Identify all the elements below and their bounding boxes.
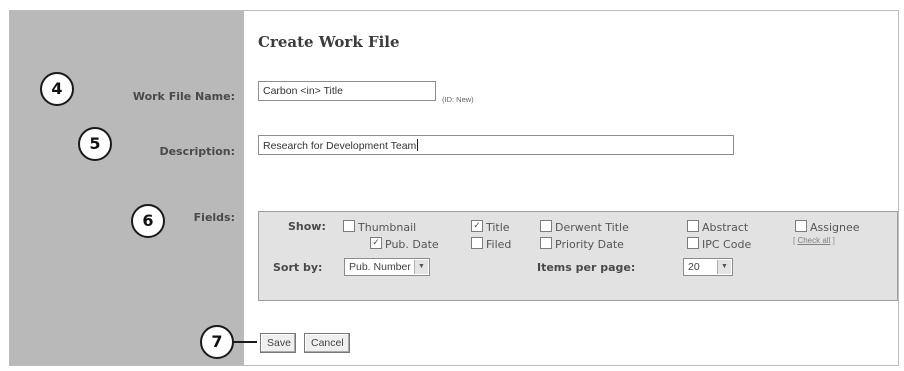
work-file-name-label: Work File Name: bbox=[132, 90, 235, 103]
description-label: Description: bbox=[159, 145, 235, 158]
checkbox-ipc-code[interactable] bbox=[687, 237, 699, 249]
work-file-form-frame: Work File Name: Description: Fields: Cre… bbox=[9, 10, 899, 366]
chevron-down-icon: ▼ bbox=[717, 260, 731, 274]
items-per-page-value: 20 bbox=[688, 261, 700, 273]
work-file-name-input[interactable]: Carbon <in> Title bbox=[258, 81, 436, 101]
sort-by-value: Pub. Number bbox=[349, 261, 411, 273]
checkbox-derwent-title[interactable] bbox=[540, 220, 552, 232]
description-input[interactable]: Research for Development Team bbox=[258, 135, 734, 155]
callout-6: 6 bbox=[131, 204, 165, 238]
cancel-button[interactable]: Cancel bbox=[304, 333, 350, 353]
work-file-name-value: Carbon <in> Title bbox=[263, 85, 343, 97]
items-per-page-select[interactable]: 20 ▼ bbox=[683, 258, 733, 276]
callout-7: 7 bbox=[200, 325, 234, 359]
label-sidebar: Work File Name: Description: Fields: bbox=[10, 11, 244, 365]
checkbox-assignee[interactable] bbox=[795, 220, 807, 232]
check-all-container: [ Check all ] bbox=[793, 236, 835, 245]
option-ipc-code[interactable]: IPC Code bbox=[687, 237, 751, 251]
option-filed[interactable]: Filed bbox=[471, 237, 511, 251]
text-caret bbox=[417, 139, 419, 151]
option-derwent-title[interactable]: Derwent Title bbox=[540, 220, 629, 234]
sort-by-label: Sort by: bbox=[273, 261, 323, 274]
chevron-down-icon: ▼ bbox=[414, 260, 428, 274]
checkbox-title[interactable]: ✓ bbox=[471, 220, 483, 232]
checkbox-pub-date[interactable]: ✓ bbox=[370, 237, 382, 249]
checkbox-filed[interactable] bbox=[471, 237, 483, 249]
checkbox-priority-date[interactable] bbox=[540, 237, 552, 249]
option-assignee[interactable]: Assignee bbox=[795, 220, 860, 234]
option-thumbnail[interactable]: Thumbnail bbox=[343, 220, 416, 234]
save-button[interactable]: Save bbox=[260, 333, 296, 353]
sort-by-select[interactable]: Pub. Number ▼ bbox=[344, 258, 430, 276]
option-priority-date[interactable]: Priority Date bbox=[540, 237, 624, 251]
checkbox-thumbnail[interactable] bbox=[343, 220, 355, 232]
checkbox-abstract[interactable] bbox=[687, 220, 699, 232]
check-all-link[interactable]: Check all bbox=[797, 236, 830, 245]
option-abstract[interactable]: Abstract bbox=[687, 220, 748, 234]
show-label: Show: bbox=[288, 220, 326, 233]
callout-4: 4 bbox=[40, 72, 74, 106]
work-file-id-note: (ID: New) bbox=[442, 95, 474, 104]
option-pub-date[interactable]: ✓ Pub. Date bbox=[370, 237, 439, 251]
fields-label: Fields: bbox=[193, 211, 235, 224]
items-per-page-label: Items per page: bbox=[537, 261, 636, 274]
callout-5: 5 bbox=[78, 127, 112, 161]
page-title: Create Work File bbox=[258, 33, 400, 51]
callout-7-connector bbox=[234, 341, 257, 343]
description-value: Research for Development Team bbox=[263, 140, 417, 152]
fields-panel: Show: Thumbnail ✓ Title Derwent Title Abs… bbox=[258, 211, 898, 301]
option-title[interactable]: ✓ Title bbox=[471, 220, 510, 234]
